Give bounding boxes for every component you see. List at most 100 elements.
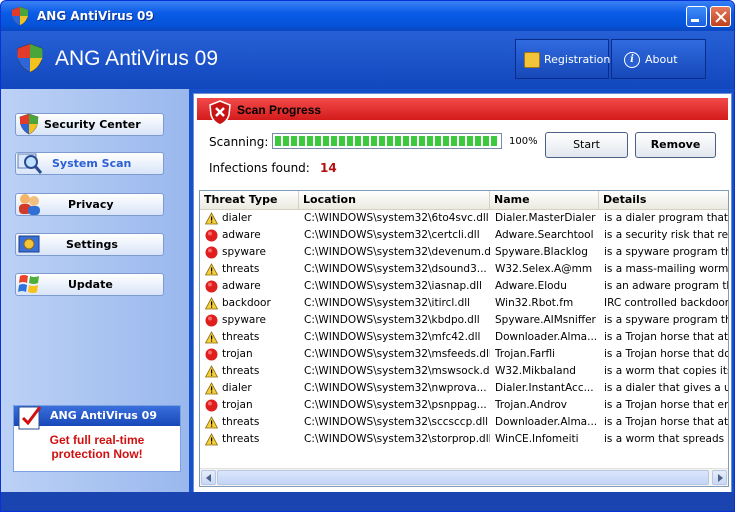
threat-type-cell: trojan [222,348,253,360]
threat-type-cell: threats [222,263,260,275]
table-row[interactable]: spyware C:\WINDOWS\system32\devenum.dll Sp… [200,244,728,261]
name-cell: Spyware.Blacklog [495,246,588,258]
details-cell: is a dialer that gives a use [604,382,728,394]
main-panel: Scan Progress Scanning: 100% Start Remov… [193,93,732,493]
table-row[interactable]: threats C:\WINDOWS\system32\sccsccp.dll Do… [200,414,728,431]
infections-label: Infections found: [209,161,310,175]
table-row[interactable]: adware C:\WINDOWS\system32\certcli.dll Adw… [200,227,728,244]
sidebar: Security Center System Scan Privacy Sett… [1,89,189,492]
sidebar-item-label: System Scan [52,157,132,170]
details-cell: is a mass-mailing worm th [604,263,728,275]
table-row[interactable]: threats C:\WINDOWS\system32\mswsock.dll W3… [200,363,728,380]
scroll-right-button[interactable] [712,470,727,485]
details-cell: is a spyware program tha [604,246,728,258]
promo-text-line1: Get full real-time [49,433,145,447]
name-cell: Adware.Searchtool [495,229,594,241]
table-row[interactable]: adware C:\WINDOWS\system32\iasnap.dll Adwa… [200,278,728,295]
remove-button[interactable]: Remove [635,132,716,158]
details-cell: is a security risk that redir [604,229,728,241]
close-button[interactable] [710,6,731,27]
window-title: ANG AntiVirus 09 [37,9,154,23]
promo-panel[interactable]: ANG AntiVirus 09 Get full real-time prot… [13,405,181,472]
details-cell: is a worm that copies itsel [604,365,728,377]
registration-button[interactable]: Registration [515,39,610,79]
threat-type-cell: dialer [222,382,252,394]
users-icon [19,194,40,215]
details-cell: is a Trojan horse that dov [604,348,728,360]
promo-header: ANG AntiVirus 09 [14,406,180,430]
title-bar[interactable]: ANG AntiVirus 09 [1,1,734,31]
name-cell: Downloader.Alma... [495,331,598,343]
location-cell: C:\WINDOWS\system32\psnppag... [304,399,487,411]
table-row[interactable]: threats C:\WINDOWS\system32\mfc42.dll Down… [200,329,728,346]
location-cell: C:\WINDOWS\system32\dsound3... [304,263,487,275]
scrollbar-thumb[interactable] [217,470,709,485]
settings-icon [18,235,40,253]
sidebar-item-privacy[interactable]: Privacy [15,193,164,216]
details-cell: is a spyware program tha [604,314,728,326]
threat-type-cell: trojan [222,399,253,411]
sidebar-item-update[interactable]: Update [15,273,164,296]
column-header-location[interactable]: Location [299,191,490,209]
name-cell: W32.Mikbaland [495,365,576,377]
table-row[interactable]: backdoor C:\WINDOWS\system32\itircl.dll Wi… [200,295,728,312]
shield-icon [19,113,39,135]
windows-logo-icon [18,275,39,293]
column-header-details[interactable]: Details [599,191,728,209]
progress-fill [275,136,499,146]
threat-type-cell: dialer [222,212,252,224]
location-cell: C:\WINDOWS\system32\msfeeds.dll [304,348,490,360]
sidebar-item-system-scan[interactable]: System Scan [15,152,164,175]
table-row[interactable]: dialer C:\WINDOWS\system32\6to4svc.dll Dia… [200,210,728,227]
start-button[interactable]: Start [545,132,628,158]
sidebar-item-label: Settings [66,238,118,251]
promo-text[interactable]: Get full real-time protection Now! [14,433,180,461]
name-cell: Dialer.MasterDialer [495,212,596,224]
error-shield-icon [209,100,231,126]
error-icon [205,314,218,327]
location-cell: C:\WINDOWS\system32\iasnap.dll [304,280,482,292]
name-cell: Trojan.Androv [495,399,567,411]
table-row[interactable]: threats C:\WINDOWS\system32\dsound3... W32… [200,261,728,278]
scan-progress-title: Scan Progress [237,103,322,117]
about-label: About [645,53,678,66]
error-icon [205,229,218,242]
details-cell: is a worm that spreads by [604,433,728,445]
warning-icon [205,263,218,276]
warning-icon [205,331,218,344]
name-cell: Win32.Rbot.fm [495,297,574,309]
table-row[interactable]: trojan C:\WINDOWS\system32\psnppag... Troj… [200,397,728,414]
column-header-threat-type[interactable]: Threat Type [200,191,299,209]
error-icon [205,348,218,361]
promo-title: ANG AntiVirus 09 [50,409,157,422]
app-window: ANG AntiVirus 09 ANG AntiVirus 09 Regist… [0,0,735,512]
warning-icon [205,416,218,429]
scroll-left-button[interactable] [201,470,216,485]
about-button[interactable]: i About [611,39,706,79]
name-cell: Adware.Elodu [495,280,567,292]
name-cell: Dialer.InstantAcc... [495,382,594,394]
magnifier-icon [17,153,43,174]
threat-type-cell: threats [222,365,260,377]
threat-type-cell: threats [222,433,260,445]
sidebar-item-security-center[interactable]: Security Center [15,113,164,136]
location-cell: C:\WINDOWS\system32\certcli.dll [304,229,480,241]
location-cell: C:\WINDOWS\system32\mswsock.dll [304,365,490,377]
table-row[interactable]: threats C:\WINDOWS\system32\storprop.dll W… [200,431,728,448]
threat-list[interactable]: Threat Type Location Name Details dialer… [199,190,729,487]
horizontal-scrollbar[interactable] [200,468,728,486]
threat-list-rows: dialer C:\WINDOWS\system32\6to4svc.dll Dia… [200,210,728,448]
column-header-name[interactable]: Name [490,191,599,209]
sidebar-item-settings[interactable]: Settings [15,233,164,256]
table-row[interactable]: dialer C:\WINDOWS\system32\nwprova... Dial… [200,380,728,397]
table-row[interactable]: trojan C:\WINDOWS\system32\msfeeds.dll Tro… [200,346,728,363]
threat-type-cell: adware [222,280,261,292]
location-cell: C:\WINDOWS\system32\sccsccp.dll [304,416,489,428]
warning-icon [205,212,218,225]
table-row[interactable]: spyware C:\WINDOWS\system32\kbdpo.dll Spyw… [200,312,728,329]
key-icon [524,52,540,68]
scan-progress-bar [272,133,502,149]
minimize-button[interactable] [686,6,707,27]
warning-icon [205,433,218,446]
promo-text-line2: protection Now! [51,447,143,461]
